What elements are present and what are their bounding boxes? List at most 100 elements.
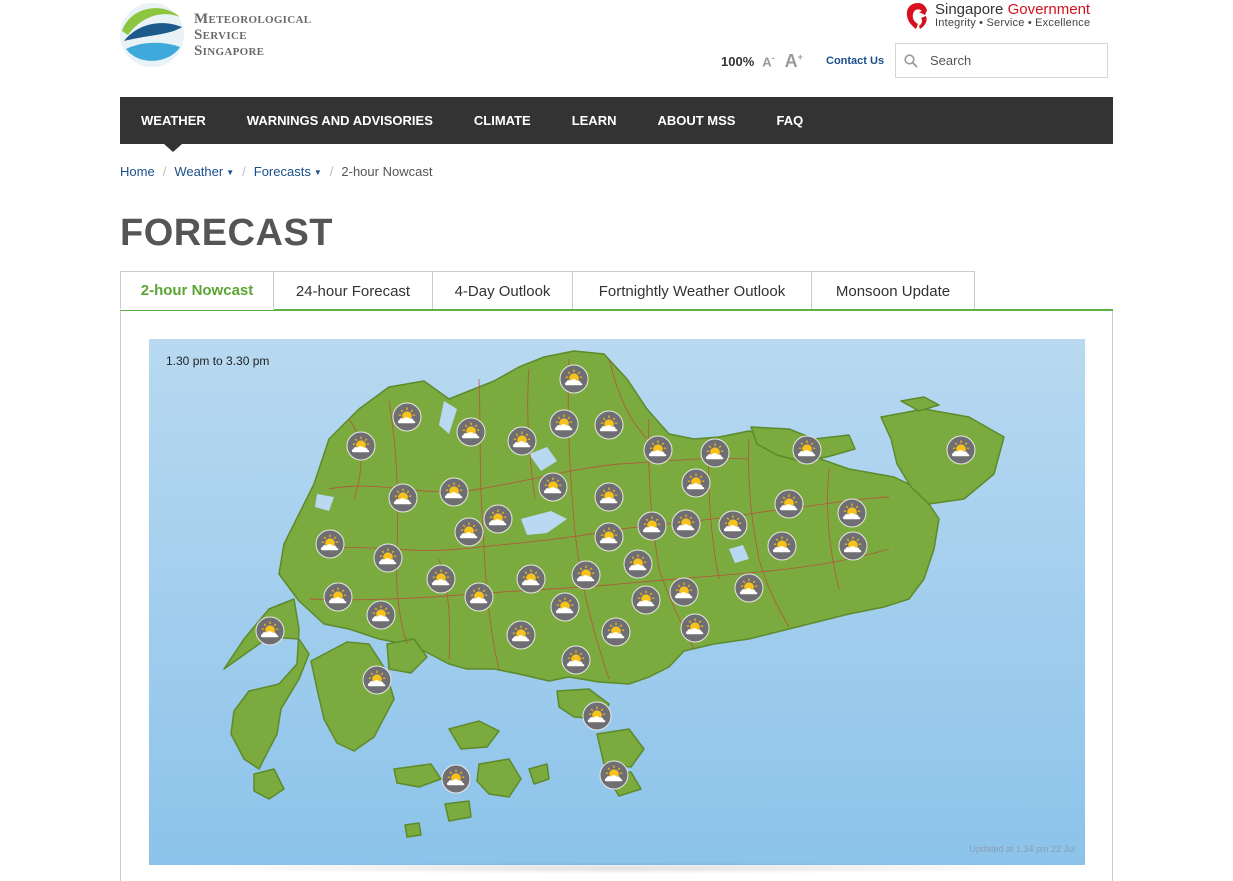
partly-cloudy-icon[interactable] [456, 417, 486, 447]
contact-us-link[interactable]: Contact Us [826, 44, 884, 78]
partly-cloudy-icon[interactable] [623, 549, 653, 579]
partly-cloudy-icon[interactable] [637, 511, 667, 541]
partly-cloudy-icon[interactable] [774, 489, 804, 519]
partly-cloudy-icon[interactable] [671, 509, 701, 539]
breadcrumb-weather-label: Weather [174, 163, 224, 179]
nav-faq[interactable]: FAQ [776, 97, 803, 144]
partly-cloudy-icon[interactable] [601, 617, 631, 647]
partly-cloudy-icon[interactable] [837, 498, 867, 528]
nav-weather[interactable]: WEATHER [141, 97, 206, 152]
nowcast-map[interactable]: 1.30 pm to 3.30 pm Updated at 1.34 pm 22… [149, 339, 1085, 865]
partly-cloudy-icon[interactable] [559, 364, 589, 394]
singapore-government-logo[interactable]: Singapore Government Integrity • Service… [905, 2, 1115, 32]
nav-about-mss[interactable]: ABOUT MSS [657, 97, 735, 144]
partly-cloudy-icon[interactable] [392, 402, 422, 432]
partly-cloudy-icon[interactable] [516, 564, 546, 594]
partly-cloudy-icon[interactable] [669, 577, 699, 607]
search-input[interactable] [930, 53, 1080, 68]
partly-cloudy-icon[interactable] [680, 613, 710, 643]
font-size-controls: 100% A- A+ [721, 44, 803, 78]
mss-logo-icon [120, 3, 184, 67]
partly-cloudy-icon[interactable] [599, 760, 629, 790]
updated-timestamp: Updated at 1.34 pm 22 Jul [969, 844, 1075, 854]
partly-cloudy-icon[interactable] [464, 582, 494, 612]
page-title: FORECAST [120, 212, 333, 254]
partly-cloudy-icon[interactable] [373, 543, 403, 573]
breadcrumb-weather[interactable]: Weather ▼ [174, 164, 234, 179]
font-smaller-sign: - [771, 52, 775, 63]
partly-cloudy-icon[interactable] [507, 426, 537, 456]
partly-cloudy-icon[interactable] [582, 701, 612, 731]
partly-cloudy-icon[interactable] [681, 468, 711, 498]
gov-motto: Integrity • Service • Excellence [935, 17, 1091, 29]
partly-cloudy-icon[interactable] [483, 504, 513, 534]
nav-climate[interactable]: CLIMATE [474, 97, 531, 144]
tab-2-hour-nowcast[interactable]: 2-hour Nowcast [120, 271, 274, 310]
map-shadow [175, 862, 1065, 874]
partly-cloudy-icon[interactable] [792, 435, 822, 465]
partly-cloudy-icon[interactable] [426, 564, 456, 594]
partly-cloudy-icon[interactable] [346, 431, 376, 461]
partly-cloudy-icon[interactable] [561, 645, 591, 675]
partly-cloudy-icon[interactable] [700, 438, 730, 468]
partly-cloudy-icon[interactable] [388, 483, 418, 513]
partly-cloudy-icon[interactable] [838, 531, 868, 561]
partly-cloudy-icon[interactable] [594, 522, 624, 552]
caret-down-icon: ▼ [226, 167, 235, 177]
main-nav: WEATHER WARNINGS AND ADVISORIES CLIMATE … [120, 97, 1113, 152]
partly-cloudy-icon[interactable] [323, 582, 353, 612]
tab-monsoon-update[interactable]: Monsoon Update [811, 271, 975, 310]
partly-cloudy-icon[interactable] [366, 600, 396, 630]
breadcrumb-forecasts[interactable]: Forecasts ▼ [254, 164, 322, 179]
zoom-level: 100% [721, 53, 755, 69]
partly-cloudy-icon[interactable] [454, 517, 484, 547]
partly-cloudy-icon[interactable] [315, 529, 345, 559]
caret-down-icon: ▼ [313, 167, 322, 177]
tab-4-day-outlook[interactable]: 4-Day Outlook [432, 271, 573, 310]
partly-cloudy-icon[interactable] [767, 531, 797, 561]
partly-cloudy-icon[interactable] [255, 616, 285, 646]
partly-cloudy-icon[interactable] [631, 585, 661, 615]
partly-cloudy-icon[interactable] [594, 482, 624, 512]
partly-cloudy-icon[interactable] [538, 472, 568, 502]
gov-name-2: Government [1007, 1, 1091, 18]
partly-cloudy-icon[interactable] [439, 477, 469, 507]
font-larger-label: A [784, 50, 798, 71]
partly-cloudy-icon[interactable] [362, 665, 392, 695]
font-smaller-label: A [762, 54, 772, 70]
gov-name-1: Singapore [935, 1, 1004, 18]
search-icon [904, 53, 918, 68]
nowcast-period: 1.30 pm to 3.30 pm [166, 354, 270, 368]
logo-line-2: Service [194, 27, 247, 43]
partly-cloudy-icon[interactable] [594, 410, 624, 440]
logo-line-3: Singapore [194, 43, 265, 59]
breadcrumb-separator: / [162, 163, 167, 179]
partly-cloudy-icon[interactable] [571, 560, 601, 590]
font-larger-sign: + [797, 51, 803, 62]
partly-cloudy-icon[interactable] [718, 510, 748, 540]
tab-24-hour-forecast[interactable]: 24-hour Forecast [273, 271, 433, 310]
breadcrumb-current: 2-hour Nowcast [341, 163, 433, 179]
mss-logo[interactable]: Meteorological Service Singapore [118, 0, 378, 70]
font-smaller-button[interactable]: A- [762, 53, 774, 69]
breadcrumb: Home / Weather ▼ / Forecasts ▼ / 2-hour No… [120, 162, 432, 180]
partly-cloudy-icon[interactable] [441, 764, 471, 794]
partly-cloudy-icon[interactable] [734, 573, 764, 603]
breadcrumb-separator: / [242, 163, 246, 179]
partly-cloudy-icon[interactable] [549, 409, 579, 439]
search-box[interactable] [895, 43, 1108, 78]
partly-cloudy-icon[interactable] [946, 435, 976, 465]
partly-cloudy-icon[interactable] [643, 435, 673, 465]
breadcrumb-home[interactable]: Home [120, 164, 155, 179]
forecast-tabs: 2-hour Nowcast 24-hour Forecast 4-Day Ou… [120, 271, 975, 310]
logo-line-1: Meteorological [194, 11, 312, 27]
tab-fortnightly-outlook[interactable]: Fortnightly Weather Outlook [572, 271, 812, 310]
nav-learn[interactable]: LEARN [572, 97, 617, 144]
partly-cloudy-icon[interactable] [550, 592, 580, 622]
breadcrumb-forecasts-label: Forecasts [253, 163, 311, 179]
breadcrumb-separator: / [329, 163, 334, 179]
font-larger-button[interactable]: A+ [785, 51, 803, 72]
lion-head-icon [906, 3, 927, 29]
nav-warnings[interactable]: WARNINGS AND ADVISORIES [247, 97, 433, 144]
partly-cloudy-icon[interactable] [506, 620, 536, 650]
